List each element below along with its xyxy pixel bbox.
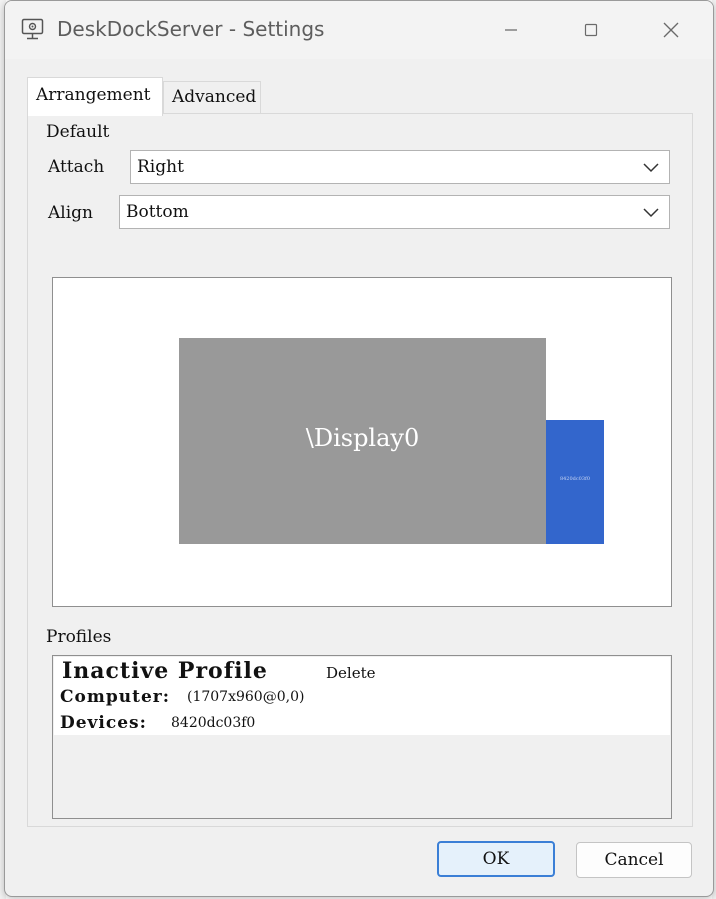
- chevron-down-icon: [643, 163, 659, 173]
- attach-dropdown[interactable]: Right: [130, 150, 670, 184]
- tab-advanced-label: Advanced: [172, 87, 257, 107]
- ok-button[interactable]: OK: [437, 841, 555, 877]
- device-block[interactable]: 8420dc03f0: [546, 420, 604, 544]
- maximize-button[interactable]: [561, 11, 621, 49]
- align-label: Align: [48, 203, 93, 223]
- profiles-list[interactable]: Inactive Profile Delete Computer: (1707x…: [52, 655, 672, 819]
- title-bar[interactable]: DeskDockServer - Settings: [5, 1, 713, 59]
- close-icon: [663, 22, 679, 38]
- minimize-icon: [505, 29, 517, 31]
- profile-name: Inactive Profile: [62, 658, 268, 684]
- chevron-down-icon: [643, 208, 659, 218]
- tab-advanced[interactable]: Advanced: [163, 81, 261, 114]
- arrangement-preview[interactable]: \Display0 8420dc03f0: [52, 277, 672, 607]
- computer-label: Computer:: [60, 687, 171, 707]
- devices-label: Devices:: [60, 713, 147, 733]
- maximize-icon: [584, 23, 598, 37]
- align-dropdown-value: Bottom: [126, 202, 189, 222]
- settings-window: DeskDockServer - Settings Arrangement Ad…: [4, 0, 714, 897]
- align-dropdown[interactable]: Bottom: [119, 195, 670, 229]
- delete-profile-link[interactable]: Delete: [326, 664, 375, 682]
- device-label: 8420dc03f0: [559, 476, 591, 482]
- attach-dropdown-value: Right: [137, 157, 184, 177]
- tab-arrangement-label: Arrangement: [36, 85, 151, 105]
- minimize-button[interactable]: [481, 11, 541, 49]
- display-block[interactable]: \Display0: [179, 338, 546, 544]
- attach-label: Attach: [48, 157, 105, 177]
- computer-value: (1707x960@0,0): [187, 689, 305, 705]
- devices-value: 8420dc03f0: [171, 715, 256, 731]
- window-title: DeskDockServer - Settings: [57, 17, 325, 41]
- tab-arrangement[interactable]: Arrangement: [27, 77, 163, 116]
- profiles-title: Profiles: [46, 627, 112, 647]
- default-group-title: Default: [46, 122, 110, 142]
- display-label: \Display0: [305, 424, 420, 452]
- arrangement-panel: Default Attach Right Align Bottom \Displ…: [27, 113, 693, 827]
- monitor-gear-icon: [21, 17, 47, 41]
- profile-item[interactable]: Inactive Profile Delete Computer: (1707x…: [54, 657, 670, 735]
- close-button[interactable]: [641, 11, 701, 49]
- cancel-button[interactable]: Cancel: [576, 842, 692, 878]
